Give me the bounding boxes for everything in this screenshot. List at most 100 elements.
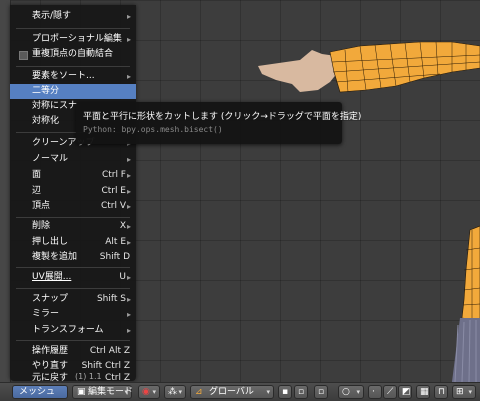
mode-selector[interactable]: ▣ 編集モード ▾ xyxy=(72,385,133,399)
checkbox-icon[interactable] xyxy=(19,51,28,60)
tooltip-description: 平面と平行に形状をカットします (クリック→ドラッグで平面を指定) xyxy=(83,112,362,122)
chevron-down-icon: ▾ xyxy=(152,388,156,396)
viewport-shading-button[interactable]: ◉ ▾ xyxy=(138,385,160,399)
menu-item-normals[interactable]: ノーマル ▸ xyxy=(10,152,136,167)
menu-item-bisect[interactable]: 二等分 xyxy=(10,84,136,99)
occlude-geometry-button[interactable]: ▦ xyxy=(416,385,430,399)
tooltip: 平面と平行に形状をカットします (クリック→ドラッグで平面を指定) Python… xyxy=(76,102,361,144)
menu-item-label: UV展開... xyxy=(32,272,72,282)
face-select-icon: ◩ xyxy=(402,387,411,397)
manipulator-icon: ⊿ xyxy=(195,387,203,397)
snap-toggle-button[interactable]: ⊓ xyxy=(434,385,448,399)
menu-item-undo[interactable]: 元に戻す Ctrl Z xyxy=(10,374,136,383)
mesh-menu-button[interactable]: メッシュ xyxy=(12,385,68,399)
face-select-button[interactable]: ◩ xyxy=(398,385,412,399)
tooltip-python: Python: bpy.ops.mesh.bisect() xyxy=(83,125,223,134)
pivot-point-button[interactable]: ⁂ ▾ xyxy=(164,385,186,399)
menu-item-mirror[interactable]: ミラー ▸ xyxy=(10,307,136,322)
menu-item-label: ノーマル xyxy=(32,154,69,164)
chevron-right-icon: ▸ xyxy=(126,310,131,319)
chevron-right-icon: ▸ xyxy=(126,187,131,196)
menu-item-undo-history[interactable]: 操作履歴 Ctrl Alt Z xyxy=(10,344,136,359)
layer-icon: ▪ xyxy=(282,387,289,397)
menu-item-shortcut: Alt E xyxy=(105,237,126,247)
menu-item-delete[interactable]: 削除 X ▸ xyxy=(10,219,136,234)
menu-divider xyxy=(16,288,130,289)
menu-item-auto-merge-vertices[interactable]: 重複頂点の自動結合 xyxy=(10,47,136,62)
edge-select-button[interactable]: ⟋ xyxy=(383,385,397,399)
menu-item-vertices[interactable]: 頂点 Ctrl V ▸ xyxy=(10,199,136,214)
menu-item-label: プロポーショナル編集 xyxy=(32,34,122,44)
viewport-header: メッシュ ▣ 編集モード ▾ ◉ ▾ ⁂ ▾ ⊿ グローバル ▾ ▪ ▫ ▫ ○ ▾ … xyxy=(0,382,480,401)
chevron-down-icon: ▾ xyxy=(468,388,472,396)
menu-item-shortcut: U xyxy=(119,272,126,282)
transform-orientation-selector[interactable]: ⊿ グローバル ▾ xyxy=(190,385,274,399)
menu-divider xyxy=(16,66,130,67)
menu-item-edges[interactable]: 辺 Ctrl E ▸ xyxy=(10,184,136,199)
menu-item-extrude[interactable]: 押し出し Alt E ▸ xyxy=(10,235,136,250)
chevron-right-icon: ▸ xyxy=(126,35,131,44)
layer-icon: ▫ xyxy=(298,387,305,397)
menu-item-faces[interactable]: 面 Ctrl F ▸ xyxy=(10,168,136,183)
chevron-down-icon: ▾ xyxy=(356,388,360,396)
menu-item-label: スナップ xyxy=(32,294,69,304)
layer-icon: ▫ xyxy=(318,387,325,397)
chevron-right-icon: ▸ xyxy=(126,222,131,231)
menu-item-shortcut: Shift S xyxy=(96,294,126,304)
menu-item-snap[interactable]: スナップ Shift S ▸ xyxy=(10,292,136,307)
snap-element-button[interactable]: ⊞ ▾ xyxy=(452,385,476,399)
menu-divider xyxy=(16,217,130,218)
menu-item-sort-elements[interactable]: 要素をソート... ▸ xyxy=(10,69,136,84)
menu-item-transform[interactable]: トランスフォーム ▸ xyxy=(10,323,136,338)
snap-icon: ⊓ xyxy=(438,387,446,397)
mesh-menu: 表示/隠す ▸ プロポーショナル編集 ▸ 重複頂点の自動結合 要素をソート... ▸ … xyxy=(10,5,136,383)
menu-divider xyxy=(16,340,130,341)
chevron-right-icon: ▸ xyxy=(126,155,131,164)
snap-element-icon: ⊞ xyxy=(456,387,464,397)
menu-item-proportional-editing[interactable]: プロポーショナル編集 ▸ xyxy=(10,32,136,47)
chevron-right-icon: ▸ xyxy=(126,295,131,304)
menu-item-label: 頂点 xyxy=(32,201,51,211)
proportional-edit-button[interactable]: ○ ▾ xyxy=(338,385,364,399)
chevron-right-icon: ▸ xyxy=(126,202,131,211)
layer-button[interactable]: ▫ xyxy=(294,385,308,399)
menu-item-shortcut: Ctrl F xyxy=(101,170,126,180)
menu-item-uv-unwrap[interactable]: UV展開... U ▸ xyxy=(10,270,136,285)
proportional-icon: ○ xyxy=(342,387,350,397)
menu-item-label: 操作履歴 xyxy=(32,346,69,356)
menu-divider xyxy=(16,28,130,29)
layer-button[interactable]: ▪ xyxy=(278,385,292,399)
menu-item-show-hide[interactable]: 表示/隠す ▸ xyxy=(10,9,136,24)
menu-item-label: 複製を追加 xyxy=(32,252,78,262)
menu-item-label: 辺 xyxy=(32,186,42,196)
chevron-right-icon: ▸ xyxy=(126,72,131,81)
character-hand xyxy=(258,50,338,92)
chevron-down-icon: ▾ xyxy=(266,388,270,396)
pivot-icon: ⁂ xyxy=(168,387,177,397)
menu-item-label: やり直す xyxy=(32,361,69,371)
menu-item-shortcut: Shift D xyxy=(99,252,130,262)
menu-item-label: 押し出し xyxy=(32,237,69,247)
menu-item-shortcut: Ctrl E xyxy=(101,186,126,196)
transform-orientation-label: グローバル xyxy=(209,387,254,397)
character-body-mesh xyxy=(461,225,480,321)
chevron-right-icon: ▸ xyxy=(126,12,131,21)
chevron-right-icon: ▸ xyxy=(126,273,131,282)
edit-mode-icon: ▣ xyxy=(77,387,86,397)
menu-divider xyxy=(16,267,130,268)
menu-item-label: 重複頂点の自動結合 xyxy=(32,49,114,59)
chevron-right-icon: ▸ xyxy=(126,326,131,335)
viewport-shading-icon: ◉ xyxy=(142,387,150,397)
chevron-right-icon: ▸ xyxy=(126,171,131,180)
menu-item-duplicate[interactable]: 複製を追加 Shift D xyxy=(10,250,136,265)
occlude-icon: ▦ xyxy=(420,387,429,397)
menu-item-shortcut: X xyxy=(119,221,126,231)
menu-item-label: 対称にスナ xyxy=(32,101,78,111)
frame-indicator: (1) 1.1 xyxy=(75,372,102,381)
menu-item-label: 二等分 xyxy=(32,86,60,96)
menu-item-label: ミラー xyxy=(32,309,60,319)
layer-button[interactable]: ▫ xyxy=(314,385,328,399)
vertex-select-button[interactable]: ⋅ xyxy=(368,385,382,399)
menu-item-label: 要素をソート... xyxy=(32,71,95,81)
menu-item-redo[interactable]: やり直す Shift Ctrl Z xyxy=(10,359,136,374)
